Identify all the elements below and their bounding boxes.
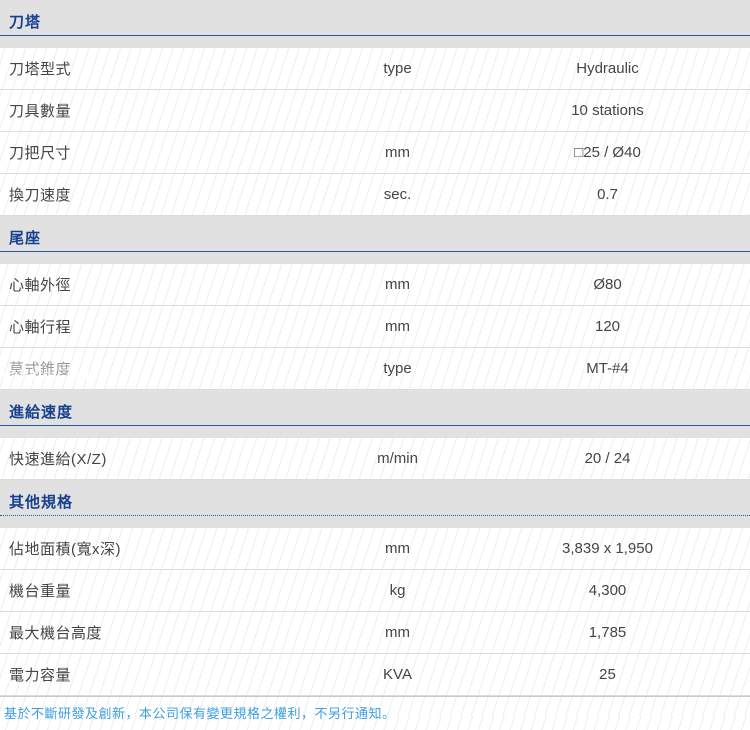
section-title-underline: 進給速度: [0, 401, 750, 426]
spec-unit: sec.: [330, 186, 465, 203]
section-title: 其他規格: [9, 494, 73, 511]
section-title-underline: 其他規格: [0, 491, 750, 516]
spec-label: 電力容量: [0, 664, 330, 685]
spec-row: 刀塔型式typeHydraulic: [0, 48, 750, 90]
spec-row: 心軸行程mm120: [0, 306, 750, 348]
spec-value: 10 stations: [465, 102, 750, 119]
spec-unit: type: [330, 60, 465, 77]
spec-label: 刀塔型式: [0, 58, 330, 79]
spec-label: 快速進給(X/Z): [0, 448, 330, 469]
section-header: 其他規格: [0, 480, 750, 528]
spec-row: 刀具數量 10 stations: [0, 90, 750, 132]
spec-unit: mm: [330, 318, 465, 335]
spec-unit: type: [330, 360, 465, 377]
spec-label: 換刀速度: [0, 184, 330, 205]
footer-disclaimer: 基於不斷研發及創新，本公司保有變更規格之權利，不另行通知。: [0, 696, 750, 730]
spec-value: MT-#4: [465, 360, 750, 377]
spec-row: 佔地面積(寬x深)mm3,839 x 1,950: [0, 528, 750, 570]
spec-unit: m/min: [330, 450, 465, 467]
section-title-underline: 刀塔: [0, 11, 750, 36]
spec-row: 心軸外徑mmØ80: [0, 264, 750, 306]
spec-unit: mm: [330, 144, 465, 161]
spec-unit: mm: [330, 624, 465, 641]
spec-unit: mm: [330, 540, 465, 557]
spec-label: 莫式錐度: [0, 358, 330, 379]
section-title-underline: 尾座: [0, 227, 750, 252]
spec-label: 佔地面積(寬x深): [0, 538, 330, 559]
spec-row: 最大機台高度mm1,785: [0, 612, 750, 654]
spec-unit: KVA: [330, 666, 465, 683]
section-title: 進給速度: [9, 404, 73, 421]
section-header: 進給速度: [0, 390, 750, 438]
spec-value: 25: [465, 666, 750, 683]
spec-value: Hydraulic: [465, 60, 750, 77]
spec-row: 莫式錐度typeMT-#4: [0, 348, 750, 390]
section-title: 刀塔: [9, 14, 41, 31]
spec-row: 機台重量kg4,300: [0, 570, 750, 612]
spec-row: 刀把尺寸mm□25 / Ø40: [0, 132, 750, 174]
spec-row: 電力容量KVA25: [0, 654, 750, 696]
spec-row: 快速進給(X/Z)m/min20 / 24: [0, 438, 750, 480]
spec-value: 20 / 24: [465, 450, 750, 467]
spec-label: 刀具數量: [0, 100, 330, 121]
section-header: 刀塔: [0, 0, 750, 48]
spec-value: 1,785: [465, 624, 750, 641]
spec-value: 3,839 x 1,950: [465, 540, 750, 557]
spec-label: 刀把尺寸: [0, 142, 330, 163]
spec-unit: mm: [330, 276, 465, 293]
spec-label: 機台重量: [0, 580, 330, 601]
spec-table: 刀塔刀塔型式typeHydraulic刀具數量10 stations刀把尺寸mm…: [0, 0, 750, 696]
section-title: 尾座: [9, 230, 41, 247]
spec-label: 心軸外徑: [0, 274, 330, 295]
spec-unit: kg: [330, 582, 465, 599]
spec-page: { "page": { "footer_note": "基於不斷研發及創新，本公…: [0, 0, 750, 716]
section-header: 尾座: [0, 216, 750, 264]
spec-value: 4,300: [465, 582, 750, 599]
spec-label: 最大機台高度: [0, 622, 330, 643]
spec-value: 120: [465, 318, 750, 335]
spec-value: 0.7: [465, 186, 750, 203]
spec-value: □25 / Ø40: [465, 144, 750, 161]
spec-value: Ø80: [465, 276, 750, 293]
spec-label: 心軸行程: [0, 316, 330, 337]
spec-row: 換刀速度sec.0.7: [0, 174, 750, 216]
